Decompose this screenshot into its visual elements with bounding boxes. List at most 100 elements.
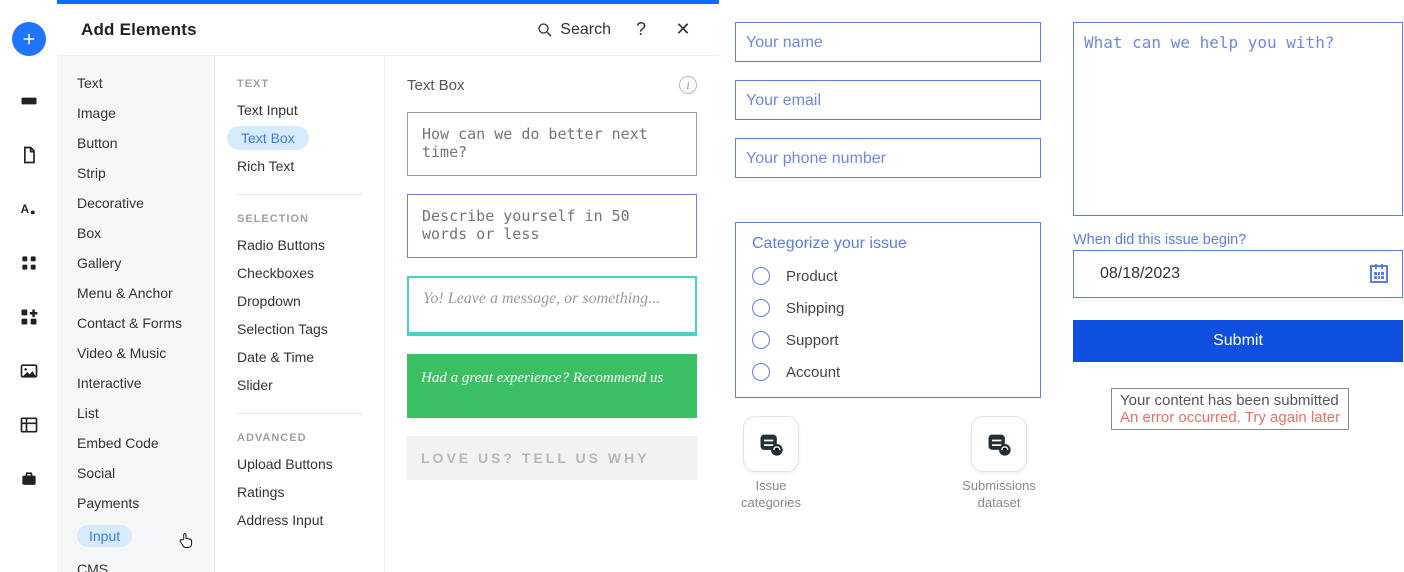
category-title: Categorize your issue bbox=[752, 235, 1024, 253]
category-item[interactable]: Button bbox=[57, 128, 214, 158]
dataset-icon bbox=[757, 430, 785, 458]
email-field[interactable] bbox=[735, 80, 1041, 120]
element-type-item[interactable]: Text Input bbox=[215, 96, 384, 124]
element-type-item[interactable]: Dropdown bbox=[215, 287, 384, 315]
element-type-item[interactable]: Ratings bbox=[215, 478, 384, 506]
category-item[interactable]: Menu & Anchor bbox=[57, 278, 214, 308]
divider bbox=[237, 194, 362, 195]
category-item[interactable]: Interactive bbox=[57, 368, 214, 398]
add-elements-panel: Add Elements Search ? ✕ TextImageButtonS… bbox=[57, 4, 719, 572]
preview-column: Text Box i Yo! Leave a message, or somet… bbox=[385, 56, 719, 572]
element-type-item[interactable]: Upload Buttons bbox=[215, 450, 384, 478]
phone-field[interactable] bbox=[735, 138, 1041, 178]
info-icon[interactable]: i bbox=[679, 76, 697, 94]
add-apps-icon[interactable] bbox=[12, 300, 46, 334]
panel-title: Add Elements bbox=[81, 20, 197, 40]
category-item[interactable]: List bbox=[57, 398, 214, 428]
category-item[interactable]: Strip bbox=[57, 158, 214, 188]
feedback-box: Your content has been submitted An error… bbox=[1111, 388, 1349, 430]
radio-option[interactable]: Product bbox=[752, 267, 1024, 285]
cms-icon[interactable] bbox=[12, 408, 46, 442]
category-box: Categorize your issue Product Shipping Sup… bbox=[735, 222, 1041, 398]
radio-icon bbox=[752, 363, 770, 381]
panel-header: Add Elements Search ? ✕ bbox=[57, 4, 719, 56]
form-left-column: Categorize your issue Product Shipping Sup… bbox=[735, 22, 1041, 572]
element-type-item[interactable]: Address Input bbox=[215, 506, 384, 534]
radio-icon bbox=[752, 331, 770, 349]
date-value: 08/18/2023 bbox=[1100, 265, 1180, 283]
dataset-issue-categories[interactable]: Issue categories bbox=[735, 416, 807, 512]
category-item[interactable]: Decorative bbox=[57, 188, 214, 218]
feedback-error: An error occurred. Try again later bbox=[1120, 409, 1340, 426]
date-picker[interactable]: 08/18/2023 bbox=[1073, 250, 1403, 298]
design-icon[interactable]: A bbox=[12, 192, 46, 226]
date-label: When did this issue begin? bbox=[1073, 232, 1403, 248]
panel-close[interactable]: ✕ bbox=[671, 18, 695, 42]
textbox-preview-teal-text: Yo! Leave a message, or something... bbox=[423, 290, 660, 307]
category-item[interactable]: Gallery bbox=[57, 248, 214, 278]
element-type-item[interactable]: Text Box bbox=[227, 126, 309, 150]
category-item[interactable]: Payments bbox=[57, 488, 214, 518]
search-icon bbox=[536, 21, 554, 39]
radio-icon bbox=[752, 299, 770, 317]
element-group-heading: SELECTION bbox=[215, 209, 384, 231]
category-item[interactable]: Video & Music bbox=[57, 338, 214, 368]
category-item-label: Input bbox=[77, 525, 132, 547]
feedback-success: Your content has been submitted bbox=[1120, 392, 1340, 409]
textbox-preview-green[interactable]: Had a great experience? Recommend us bbox=[407, 354, 697, 418]
category-item[interactable]: Box bbox=[57, 218, 214, 248]
category-item[interactable]: CMS bbox=[57, 554, 214, 572]
textbox-preview-grey[interactable]: Love us? Tell us why bbox=[407, 436, 697, 480]
form-right-column: When did this issue begin? 08/18/2023 Su… bbox=[1073, 22, 1403, 572]
category-item[interactable]: Image bbox=[57, 98, 214, 128]
panel-search[interactable]: Search bbox=[536, 21, 611, 39]
textbox-preview-grey-text: Love us? Tell us why bbox=[421, 450, 650, 466]
panel-search-label: Search bbox=[560, 21, 611, 39]
radio-option[interactable]: Account bbox=[752, 363, 1024, 381]
section-icon[interactable] bbox=[12, 84, 46, 118]
hand-cursor-icon bbox=[177, 530, 195, 550]
name-field[interactable] bbox=[735, 22, 1041, 62]
element-type-item[interactable]: Slider bbox=[215, 371, 384, 399]
textbox-preview-plain[interactable] bbox=[407, 112, 697, 176]
element-type-item[interactable]: Date & Time bbox=[215, 343, 384, 371]
radio-label: Product bbox=[786, 268, 838, 285]
dataset-submissions[interactable]: Submissions dataset bbox=[963, 416, 1035, 512]
element-group-heading: TEXT bbox=[215, 74, 384, 96]
radio-option[interactable]: Support bbox=[752, 331, 1024, 349]
panel-help[interactable]: ? bbox=[629, 18, 653, 42]
element-type-item[interactable]: Selection Tags bbox=[215, 315, 384, 343]
radio-label: Support bbox=[786, 332, 839, 349]
form-canvas: Categorize your issue Product Shipping Sup… bbox=[719, 0, 1404, 572]
submit-button[interactable]: Submit bbox=[1073, 320, 1403, 362]
dataset-row: Issue categories Submissions dataset bbox=[735, 416, 1041, 512]
category-item[interactable]: Text bbox=[57, 68, 214, 98]
calendar-icon bbox=[1370, 265, 1388, 283]
preview-header: Text Box i bbox=[407, 76, 697, 94]
category-item[interactable]: Embed Code bbox=[57, 428, 214, 458]
category-item[interactable]: Social bbox=[57, 458, 214, 488]
submit-label: Submit bbox=[1213, 332, 1263, 350]
radio-icon bbox=[752, 267, 770, 285]
media-icon[interactable] bbox=[12, 354, 46, 388]
radio-option[interactable]: Shipping bbox=[752, 299, 1024, 317]
app-market-icon[interactable] bbox=[12, 246, 46, 280]
element-group-heading: ADVANCED bbox=[215, 428, 384, 450]
help-textarea[interactable] bbox=[1073, 22, 1403, 216]
business-icon[interactable] bbox=[12, 462, 46, 496]
add-panel-button[interactable] bbox=[12, 22, 46, 56]
category-item[interactable]: Contact & Forms bbox=[57, 308, 214, 338]
element-type-item[interactable]: Checkboxes bbox=[215, 259, 384, 287]
page-icon[interactable] bbox=[12, 138, 46, 172]
element-type-item[interactable]: Rich Text bbox=[215, 152, 384, 180]
textbox-preview-teal[interactable]: Yo! Leave a message, or something... bbox=[407, 276, 697, 336]
textbox-preview-green-text: Had a great experience? Recommend us bbox=[421, 370, 663, 386]
dataset-icon bbox=[985, 430, 1013, 458]
radio-label: Shipping bbox=[786, 300, 844, 317]
category-column: TextImageButtonStripDecorativeBoxGallery… bbox=[57, 56, 215, 572]
element-type-item[interactable]: Radio Buttons bbox=[215, 231, 384, 259]
textbox-preview-purple[interactable] bbox=[407, 194, 697, 258]
dataset-submissions-label: Submissions dataset bbox=[962, 478, 1036, 512]
dataset-issue-label: Issue categories bbox=[735, 478, 807, 512]
divider bbox=[237, 413, 362, 414]
